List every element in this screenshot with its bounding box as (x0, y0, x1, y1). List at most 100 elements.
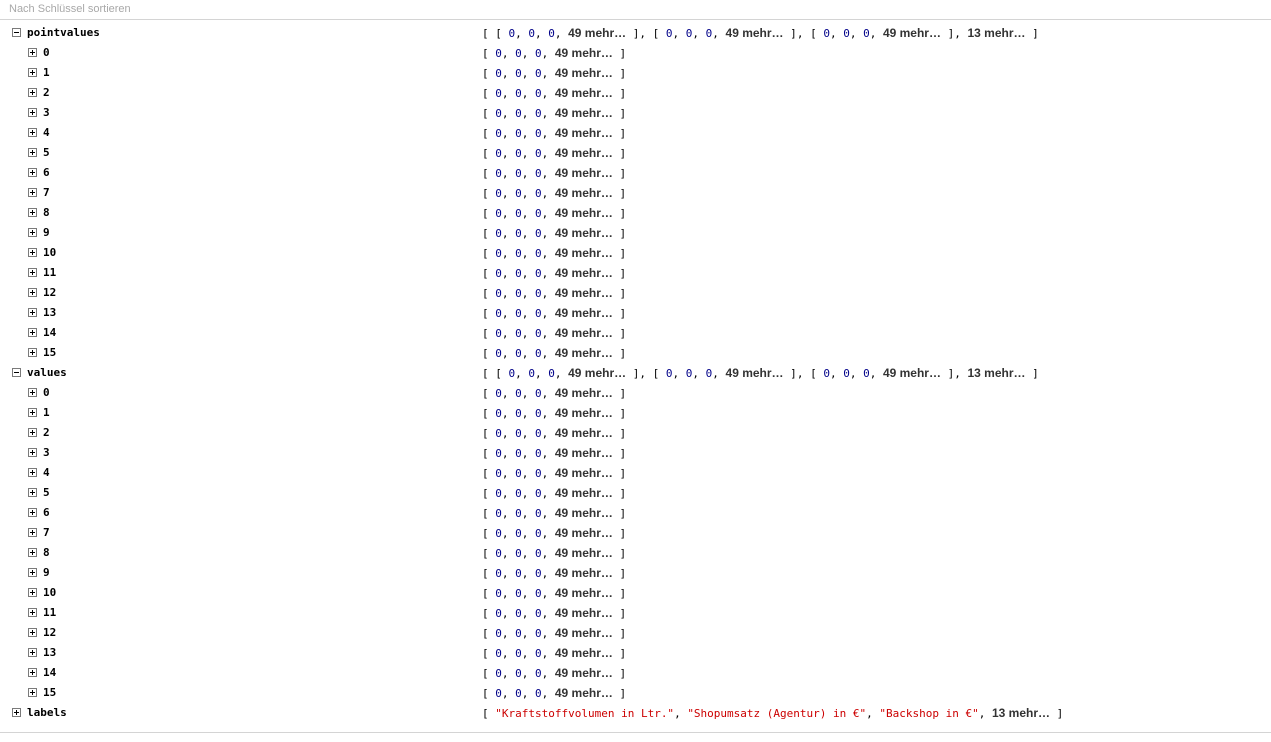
minus-box-icon[interactable] (12, 368, 21, 377)
tree-row-item[interactable]: 1 [ 0, 0, 0, 49 mehr… ] (0, 403, 1271, 423)
more-indicator[interactable]: 49 mehr… (555, 386, 613, 400)
tree-row-item[interactable]: 15 [ 0, 0, 0, 49 mehr… ] (0, 683, 1271, 703)
plus-box-icon[interactable] (28, 688, 37, 697)
more-indicator[interactable]: 49 mehr… (555, 506, 613, 520)
plus-box-icon[interactable] (12, 708, 21, 717)
plus-box-icon[interactable] (28, 248, 37, 257)
tree-row-item[interactable]: 11 [ 0, 0, 0, 49 mehr… ] (0, 603, 1271, 623)
plus-box-icon[interactable] (28, 388, 37, 397)
plus-box-icon[interactable] (28, 208, 37, 217)
tree-row-item[interactable]: 4 [ 0, 0, 0, 49 mehr… ] (0, 123, 1271, 143)
plus-box-icon[interactable] (28, 448, 37, 457)
tree-row-item[interactable]: 14 [ 0, 0, 0, 49 mehr… ] (0, 323, 1271, 343)
tree-row-item[interactable]: 10 [ 0, 0, 0, 49 mehr… ] (0, 583, 1271, 603)
tree-row-item[interactable]: 0[ 0, 0, 0, 49 mehr… ] (0, 383, 1271, 403)
tree-row-item[interactable]: 6 [ 0, 0, 0, 49 mehr… ] (0, 503, 1271, 523)
plus-box-icon[interactable] (28, 348, 37, 357)
plus-box-icon[interactable] (28, 88, 37, 97)
tree-row-item[interactable]: 8 [ 0, 0, 0, 49 mehr… ] (0, 203, 1271, 223)
more-indicator[interactable]: 49 mehr… (555, 246, 613, 260)
plus-box-icon[interactable] (28, 628, 37, 637)
tree-row-item[interactable]: 4 [ 0, 0, 0, 49 mehr… ] (0, 463, 1271, 483)
plus-box-icon[interactable] (28, 648, 37, 657)
more-indicator[interactable]: 49 mehr… (555, 666, 613, 680)
tree-row-item[interactable]: 9 [ 0, 0, 0, 49 mehr… ] (0, 223, 1271, 243)
more-indicator[interactable]: 49 mehr… (555, 306, 613, 320)
plus-box-icon[interactable] (28, 608, 37, 617)
more-indicator[interactable]: 49 mehr… (555, 46, 613, 60)
tree-row-item[interactable]: 7 [ 0, 0, 0, 49 mehr… ] (0, 183, 1271, 203)
more-indicator[interactable]: 49 mehr… (555, 326, 613, 340)
more-indicator[interactable]: 49 mehr… (555, 186, 613, 200)
more-indicator[interactable]: 49 mehr… (555, 406, 613, 420)
more-indicator[interactable]: 49 mehr… (555, 86, 613, 100)
more-indicator[interactable]: 49 mehr… (555, 526, 613, 540)
more-indicator[interactable]: 13 mehr… (967, 26, 1025, 40)
tree-row-item[interactable]: 9 [ 0, 0, 0, 49 mehr… ] (0, 563, 1271, 583)
more-indicator[interactable]: 49 mehr… (555, 286, 613, 300)
more-indicator[interactable]: 49 mehr… (555, 546, 613, 560)
tree-row-item[interactable]: 5 [ 0, 0, 0, 49 mehr… ] (0, 483, 1271, 503)
plus-box-icon[interactable] (28, 428, 37, 437)
tree-row-item[interactable]: 3 [ 0, 0, 0, 49 mehr… ] (0, 103, 1271, 123)
more-indicator[interactable]: 49 mehr… (568, 366, 626, 380)
tree-row-item[interactable]: 8 [ 0, 0, 0, 49 mehr… ] (0, 543, 1271, 563)
more-indicator[interactable]: 49 mehr… (883, 366, 941, 380)
tree-row-item[interactable]: 13 [ 0, 0, 0, 49 mehr… ] (0, 643, 1271, 663)
plus-box-icon[interactable] (28, 48, 37, 57)
more-indicator[interactable]: 13 mehr… (992, 706, 1050, 720)
more-indicator[interactable]: 49 mehr… (555, 66, 613, 80)
more-indicator[interactable]: 49 mehr… (555, 486, 613, 500)
tree-row-item[interactable]: 0[ 0, 0, 0, 49 mehr… ] (0, 43, 1271, 63)
more-indicator[interactable]: 49 mehr… (555, 426, 613, 440)
plus-box-icon[interactable] (28, 588, 37, 597)
more-indicator[interactable]: 49 mehr… (555, 586, 613, 600)
more-indicator[interactable]: 49 mehr… (883, 26, 941, 40)
plus-box-icon[interactable] (28, 488, 37, 497)
sort-by-key-button[interactable]: Nach Schlüssel sortieren (9, 3, 131, 15)
plus-box-icon[interactable] (28, 188, 37, 197)
more-indicator[interactable]: 49 mehr… (555, 606, 613, 620)
tree-row-item[interactable]: 11 [ 0, 0, 0, 49 mehr… ] (0, 263, 1271, 283)
tree-row-item[interactable]: 10 [ 0, 0, 0, 49 mehr… ] (0, 243, 1271, 263)
plus-box-icon[interactable] (28, 148, 37, 157)
plus-box-icon[interactable] (28, 288, 37, 297)
tree-row-item[interactable]: 12 [ 0, 0, 0, 49 mehr… ] (0, 623, 1271, 643)
plus-box-icon[interactable] (28, 168, 37, 177)
plus-box-icon[interactable] (28, 408, 37, 417)
more-indicator[interactable]: 49 mehr… (555, 686, 613, 700)
more-indicator[interactable]: 49 mehr… (555, 226, 613, 240)
more-indicator[interactable]: 49 mehr… (555, 626, 613, 640)
tree-row-labels[interactable]: labels [ "Kraftstoffvolumen in Ltr.", "Sh… (0, 703, 1271, 723)
tree-row-pointvalues[interactable]: pointvalues [ [ 0, 0, 0, 49 mehr… ], [ 0,… (0, 23, 1271, 43)
more-indicator[interactable]: 49 mehr… (555, 466, 613, 480)
plus-box-icon[interactable] (28, 668, 37, 677)
more-indicator[interactable]: 49 mehr… (555, 346, 613, 360)
tree-row-item[interactable]: 6 [ 0, 0, 0, 49 mehr… ] (0, 163, 1271, 183)
plus-box-icon[interactable] (28, 108, 37, 117)
plus-box-icon[interactable] (28, 468, 37, 477)
tree-row-item[interactable]: 7 [ 0, 0, 0, 49 mehr… ] (0, 523, 1271, 543)
tree-row-item[interactable]: 5 [ 0, 0, 0, 49 mehr… ] (0, 143, 1271, 163)
plus-box-icon[interactable] (28, 128, 37, 137)
more-indicator[interactable]: 49 mehr… (555, 446, 613, 460)
plus-box-icon[interactable] (28, 528, 37, 537)
more-indicator[interactable]: 49 mehr… (726, 366, 784, 380)
plus-box-icon[interactable] (28, 268, 37, 277)
more-indicator[interactable]: 49 mehr… (555, 146, 613, 160)
more-indicator[interactable]: 49 mehr… (555, 126, 613, 140)
plus-box-icon[interactable] (28, 68, 37, 77)
tree-row-item[interactable]: 12 [ 0, 0, 0, 49 mehr… ] (0, 283, 1271, 303)
more-indicator[interactable]: 49 mehr… (555, 266, 613, 280)
tree-row-item[interactable]: 14 [ 0, 0, 0, 49 mehr… ] (0, 663, 1271, 683)
minus-box-icon[interactable] (12, 28, 21, 37)
tree-row-item[interactable]: 15 [ 0, 0, 0, 49 mehr… ] (0, 343, 1271, 363)
more-indicator[interactable]: 49 mehr… (726, 26, 784, 40)
plus-box-icon[interactable] (28, 568, 37, 577)
plus-box-icon[interactable] (28, 228, 37, 237)
more-indicator[interactable]: 49 mehr… (555, 206, 613, 220)
tree-row-item[interactable]: 13 [ 0, 0, 0, 49 mehr… ] (0, 303, 1271, 323)
more-indicator[interactable]: 49 mehr… (568, 26, 626, 40)
plus-box-icon[interactable] (28, 548, 37, 557)
plus-box-icon[interactable] (28, 308, 37, 317)
